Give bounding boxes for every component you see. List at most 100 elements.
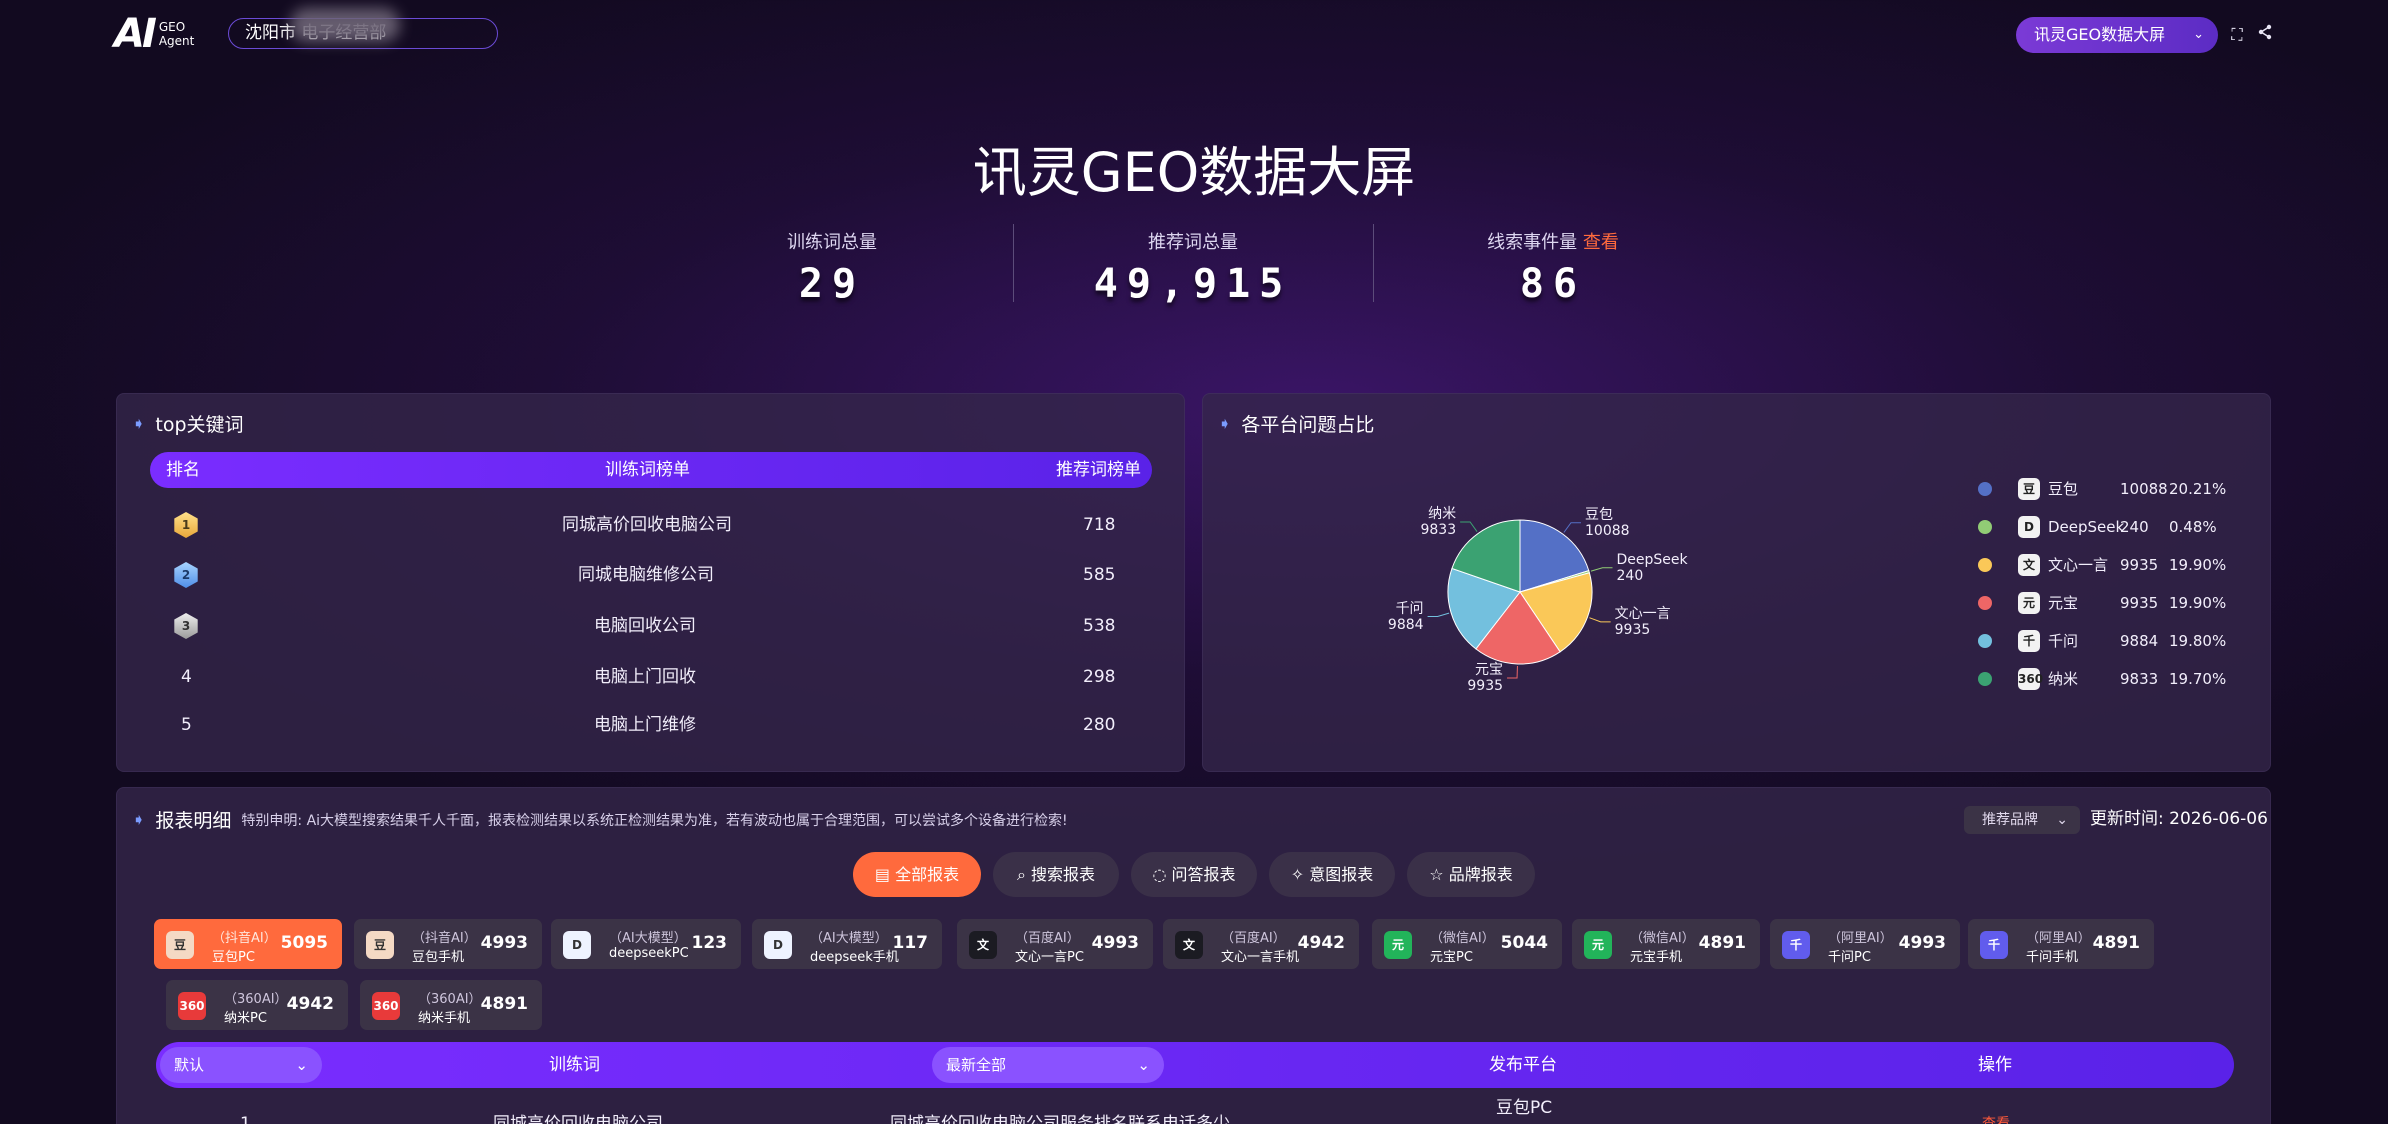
platform-logo-icon: 豆 (166, 931, 194, 959)
platform-category: （AI大模型） (609, 931, 687, 946)
platform-count: 4891 (480, 994, 528, 1014)
legend-percent: 19.90% (2169, 594, 2227, 612)
platform-card[interactable]: 豆 （抖音AI） 豆包手机 4993 (354, 919, 542, 969)
pie-label-4: 千问 9884 (1360, 601, 1424, 633)
col-action: 操作 (1978, 1055, 2012, 1075)
chevron-down-icon: ⌄ (2056, 812, 2068, 828)
platform-card[interactable]: 文 （百度AI） 文心一言手机 4942 (1163, 919, 1359, 969)
platform-card[interactable]: 元 （微信AI） 元宝手机 4891 (1572, 919, 1760, 969)
pie-label-value: 10088 (1585, 522, 1630, 539)
platform-category: （360AI） (418, 992, 482, 1007)
panel-title-text: 报表明细 (155, 810, 232, 832)
keyword-count: 718 (1083, 515, 1116, 535)
platform-card[interactable]: 千 （阿里AI） 千问PC 4993 (1770, 919, 1960, 969)
pie-label-name: DeepSeek (1616, 551, 1688, 568)
platform-card[interactable]: 360 （360AI） 纳米手机 4891 (360, 980, 542, 1030)
logo-ai-text: AI (114, 11, 157, 57)
platform-card[interactable]: 元 （微信AI） 元宝PC 5044 (1372, 919, 1562, 969)
panel-arrow-icon: ➧ (132, 810, 146, 829)
keyword-row: 4 电脑上门回收 298 (150, 652, 1152, 702)
platform-card[interactable]: D （AI大模型） deepseek手机 117 (752, 919, 942, 969)
sort-select[interactable]: 默认 ⌄ (160, 1047, 322, 1083)
platform-name: 纳米手机 (418, 1011, 471, 1026)
legend-item[interactable]: D DeepSeek 240 0.48% (1978, 508, 2238, 546)
col-train-keyword: 训练词 (549, 1055, 600, 1075)
platform-card[interactable]: 360 （360AI） 纳米PC 4942 (166, 980, 348, 1030)
platform-count: 123 (691, 933, 728, 953)
table-row: 1 同城高价回收电脑公司 同城高价回收电脑公司服务排名联系电话多少 豆包PC 查… (156, 1094, 2234, 1124)
platform-name: 元宝PC (1430, 950, 1473, 965)
col-train-list[interactable]: 训练词榜单 (605, 452, 690, 488)
platform-card[interactable]: 文 （百度AI） 文心一言PC 4993 (957, 919, 1153, 969)
report-title: ➧ 报表明细 特别申明: Ai大模型搜索结果千人千面，报表检测结果以系统正检测结… (132, 806, 1068, 833)
screen-select[interactable]: 讯灵GEO数据大屏 ⌄ (2016, 17, 2218, 53)
page-title: 讯灵GEO数据大屏 (972, 141, 1416, 204)
fullscreen-icon[interactable]: ⛶ (2226, 24, 2248, 46)
stat-train-total: 训练词总量 29 (652, 228, 1012, 304)
pie-leader-line-5 (1460, 521, 1478, 533)
platform-name: 纳米PC (224, 1011, 267, 1026)
keyword-count: 280 (1083, 715, 1116, 735)
chevron-down-icon: ⌄ (2193, 27, 2204, 42)
tab-label: 问答报表 (1171, 865, 1236, 884)
share-icon[interactable] (2254, 24, 2276, 46)
legend-dot (1978, 672, 1992, 686)
rank-number: 4 (181, 667, 192, 687)
tab-qa-reports[interactable]: ◌ 问答报表 (1131, 852, 1257, 897)
pie-label-3: 元宝 9935 (1439, 662, 1503, 694)
panel-arrow-icon: ➧ (1218, 414, 1232, 433)
legend-item[interactable]: 元元宝 9935 19.90% (1978, 584, 2238, 622)
view-link[interactable]: 查看 (1982, 1104, 2010, 1124)
keyword-text: 电脑回收公司 (594, 616, 696, 636)
legend-value: 9884 (2120, 632, 2159, 650)
pie-leader-line-0 (1563, 522, 1582, 533)
stat-value: 86 (1519, 261, 1587, 307)
pie-label-0: 豆包 10088 (1585, 507, 1630, 539)
sort-select-value: 默认 (174, 1056, 205, 1074)
legend-item[interactable]: 千千问 9884 19.80% (1978, 622, 2238, 660)
star-icon: ☆ (1429, 865, 1444, 884)
legend-percent: 0.48% (2169, 518, 2217, 536)
tab-brand-reports[interactable]: ☆ 品牌报表 (1407, 852, 1535, 897)
bronze-medal-icon: 3 (174, 613, 198, 639)
pie-label-1: DeepSeek 240 (1617, 552, 1688, 584)
tab-intent-reports[interactable]: ✧ 意图报表 (1269, 852, 1395, 897)
platform-card[interactable]: 千 （阿里AI） 千问手机 4891 (1968, 919, 2154, 969)
col-publish-platform: 发布平台 (1489, 1055, 1557, 1075)
legend-item[interactable]: 豆豆包 10088 20.21% (1978, 470, 2238, 508)
search-icon: ⌕ (1016, 865, 1026, 884)
tab-search-reports[interactable]: ⌕ 搜索报表 (993, 852, 1119, 897)
legend-dot (1978, 482, 1992, 496)
tab-label: 意图报表 (1309, 865, 1374, 884)
col-recommend-list[interactable]: 推荐词榜单 (1056, 452, 1141, 488)
pie-label-value: 9833 (1420, 521, 1457, 538)
legend-dot (1978, 596, 1992, 610)
screen-select-value: 讯灵GEO数据大屏 (2034, 25, 2166, 44)
stat-recommend-total: 推荐词总量 49,915 (1013, 228, 1373, 304)
platform-category: （百度AI） (1221, 931, 1286, 946)
platform-category: （百度AI） (1015, 931, 1080, 946)
report-notice: 特别申明: Ai大模型搜索结果千人千面，报表检测结果以系统正检测结果为准，若有波… (241, 812, 1068, 829)
pie-label-name: 元宝 (1475, 661, 1504, 678)
view-leads-link[interactable]: 查看 (1583, 232, 1619, 253)
brand-select[interactable]: 推荐品牌 ⌄ (1964, 806, 2080, 834)
legend-item[interactable]: 360 纳米 9833 19.70% (1978, 660, 2238, 698)
platform-card[interactable]: D （AI大模型） deepseekPC 123 (551, 919, 741, 969)
filter-select[interactable]: 最新全部 ⌄ (932, 1047, 1164, 1083)
silver-medal-icon: 2 (174, 562, 198, 588)
stat-label: 推荐词总量 (1148, 232, 1238, 253)
pie-leader-line-3 (1507, 665, 1518, 679)
platform-card[interactable]: 豆 （抖音AI） 豆包PC 5095 (154, 919, 342, 969)
legend-item[interactable]: 文文心一言 9935 19.90% (1978, 546, 2238, 584)
stat-leads-total: 线索事件量 查看 86 (1373, 228, 1733, 304)
pie-label-name: 纳米 (1428, 505, 1457, 522)
legend-value: 240 (2120, 518, 2149, 536)
keyword-row: 1 同城高价回收电脑公司 718 (150, 500, 1152, 550)
platform-name: 豆包PC (212, 950, 255, 965)
legend-value: 9935 (2120, 594, 2159, 612)
keyword-row: 2 同城电脑维修公司 585 (150, 550, 1152, 600)
tab-all-reports[interactable]: ▤ 全部报表 (853, 852, 981, 897)
stat-label: 线索事件量 (1487, 232, 1578, 253)
app-logo: AI GEO Agent (114, 14, 218, 54)
platform-logo-icon: 元 (2018, 592, 2040, 614)
